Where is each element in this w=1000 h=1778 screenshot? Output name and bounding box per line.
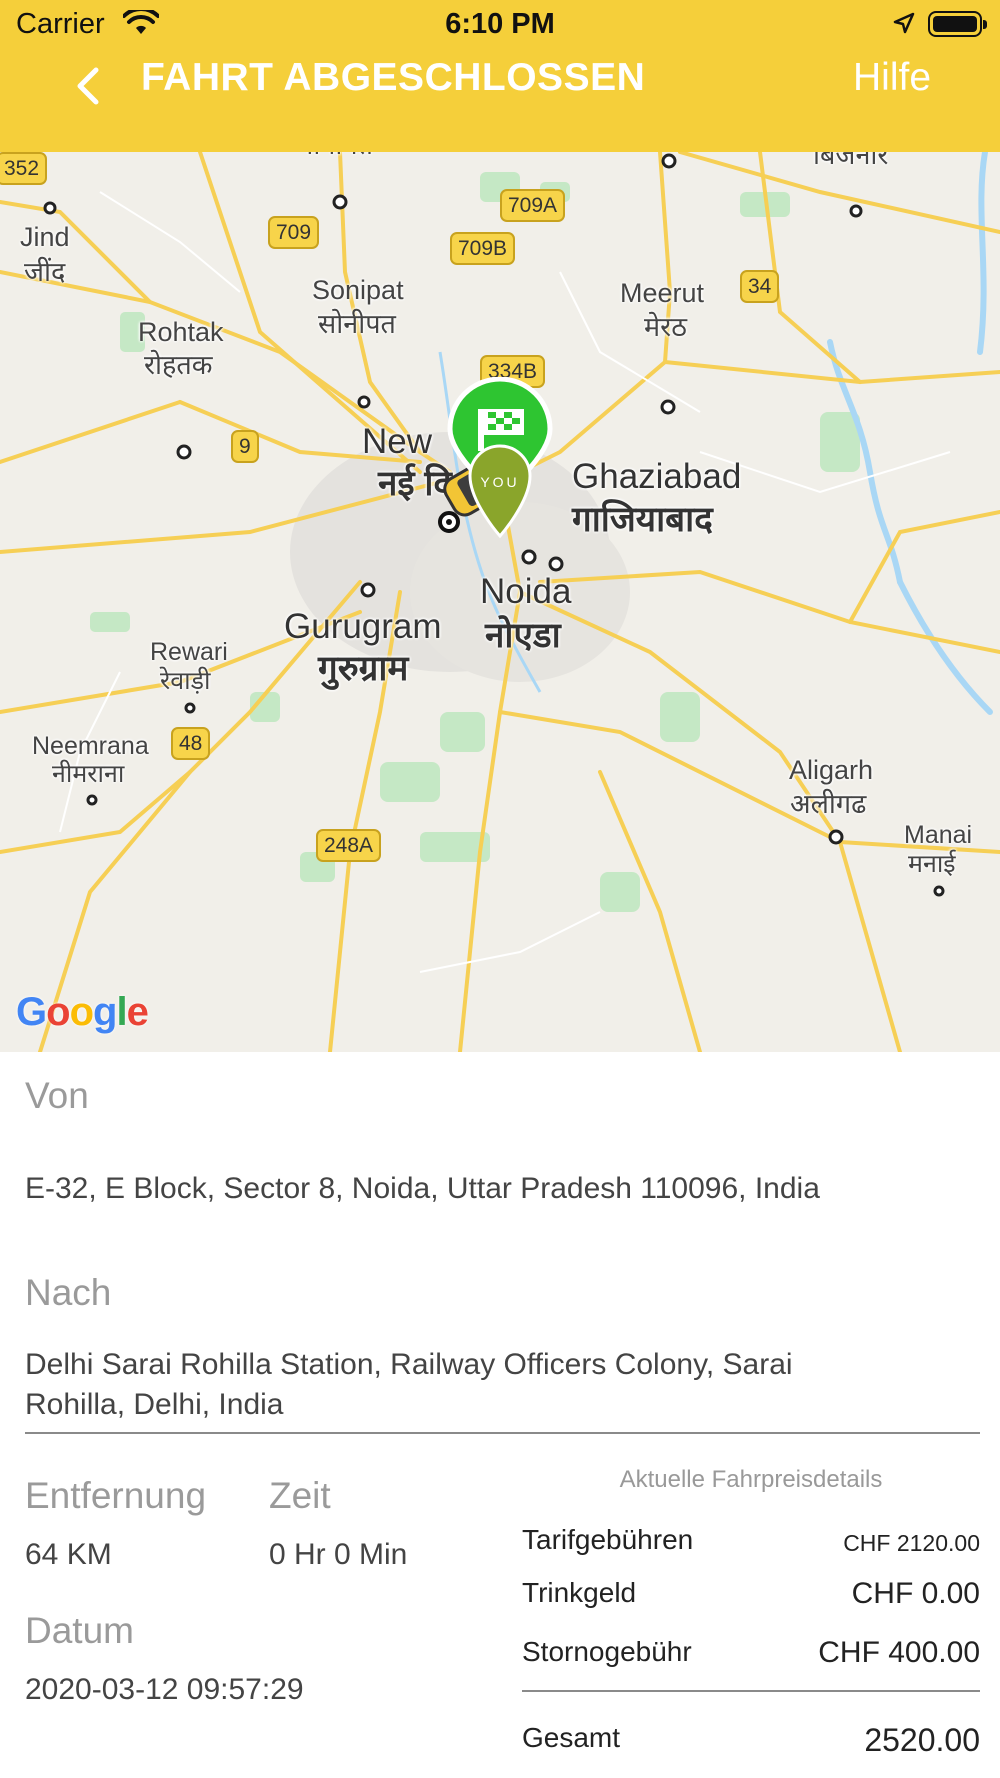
fare-row-total: Gesamt 2520.00 (522, 1722, 980, 1762)
route-map[interactable]: पानीपत बिजनौर Jind जींद Sonipat सोनीपत M… (0, 152, 1000, 1052)
map-label-aligarh: Aligarh (789, 755, 874, 785)
highway-shield-709b: 709B (450, 232, 516, 266)
google-logo: Google (16, 990, 149, 1034)
address-divider (25, 1432, 980, 1434)
map-label-noida-hindi: नोएडा (485, 616, 561, 655)
map-label-aligarh-hindi: अलीगढ (790, 789, 867, 819)
fare-row-value: CHF 2120.00 (843, 1530, 980, 1556)
chevron-left-icon (77, 67, 99, 105)
from-label: Von (25, 1075, 89, 1116)
fare-details-title: Aktuelle Fahrpreisdetails (619, 1466, 883, 1493)
fare-row-value: CHF 0.00 (851, 1577, 980, 1610)
date-label: Datum (25, 1610, 134, 1651)
fare-total-value: 2520.00 (864, 1722, 980, 1758)
map-label-new-delhi: New (362, 422, 433, 461)
you-location-pin-icon (468, 444, 532, 539)
nav-bar: FAHRT ABGESCHLOSSEN Hilfe (0, 50, 1000, 150)
fare-divider (522, 1690, 980, 1692)
help-button[interactable]: Hilfe (853, 56, 931, 100)
highway-shield-352: 352 (0, 152, 48, 186)
highway-shield-34: 34 (740, 270, 780, 304)
highway-shield-248a: 248A (316, 829, 382, 863)
map-label-meerut: Meerut (620, 278, 705, 308)
highway-shield-48: 48 (171, 727, 211, 761)
map-label-noida: Noida (480, 572, 572, 611)
map-label-gurugram: Gurugram (284, 607, 442, 646)
map-label-rewari-hindi: रेवाड़ी (160, 667, 211, 695)
map-label-rewari: Rewari (150, 638, 228, 666)
highway-shield-709: 709 (268, 216, 320, 250)
fare-row-value: CHF 400.00 (818, 1636, 980, 1669)
map-label-sonipat: Sonipat (312, 275, 404, 305)
highway-shield-709a: 709A (500, 189, 566, 223)
map-label-jind: Jind (20, 222, 70, 252)
map-label-rohtak: Rohtak (138, 317, 224, 347)
time-value: 0 Hr 0 Min (269, 1538, 408, 1571)
page-title: FAHRT ABGESCHLOSSEN (141, 56, 646, 99)
clock: 6:10 PM (445, 8, 555, 40)
to-address-line1: Delhi Sarai Rohilla Station, Railway Off… (25, 1348, 793, 1381)
distance-label: Entfernung (25, 1475, 207, 1516)
to-address-line2: Rohilla, Delhi, India (25, 1388, 284, 1421)
map-label-manai-hindi: मनाई (908, 850, 956, 878)
battery-icon (928, 11, 987, 37)
map-label-ghaziabad: Ghaziabad (572, 457, 742, 496)
time-label: Zeit (269, 1475, 331, 1516)
top-bar: Carrier 6:10 PM FAHRT ABGESCHLOSSEN Hilf… (0, 0, 1000, 152)
fare-row-label: Stornogebühr (522, 1636, 692, 1667)
you-pin-label: YOU (480, 474, 520, 490)
to-label: Nach (25, 1272, 112, 1313)
map-label-jind-hindi: जींद (24, 257, 66, 287)
map-label-ghaziabad-hindi: गाजियाबाद (572, 500, 713, 539)
fare-row-tip: Trinkgeld CHF 0.00 (522, 1577, 980, 1617)
fare-row-label: Trinkgeld (522, 1577, 637, 1608)
map-label-manai: Manai (904, 821, 973, 849)
map-label-neemrana-hindi: नीमराना (52, 760, 125, 788)
distance-value: 64 KM (25, 1538, 112, 1571)
map-label-bijnor: बिजनौर (813, 152, 889, 170)
fare-row-cancellation: Stornogebühr CHF 400.00 (522, 1636, 980, 1676)
highway-shield-9: 9 (231, 430, 259, 464)
map-label-gurugram-hindi: गुरुग्राम (318, 649, 409, 688)
map-label-panipat: पानीपत (298, 152, 373, 161)
fare-total-label: Gesamt (522, 1722, 621, 1753)
status-bar: Carrier 6:10 PM (0, 0, 1000, 50)
map-label-sonipat-hindi: सोनीपत (318, 309, 396, 339)
map-label-meerut-hindi: मेरठ (644, 312, 687, 342)
fare-row-label: Tarifgebühren (522, 1524, 694, 1555)
back-button[interactable] (66, 58, 116, 114)
map-label-neemrana: Neemrana (32, 732, 149, 760)
location-arrow-icon (893, 12, 915, 34)
from-address: E-32, E Block, Sector 8, Noida, Uttar Pr… (25, 1172, 820, 1205)
map-label-rohtak-hindi: रोहतक (144, 350, 213, 380)
fare-row-tariff: Tarifgebühren CHF 2120.00 (522, 1524, 980, 1564)
date-value: 2020-03-12 09:57:29 (25, 1673, 304, 1706)
